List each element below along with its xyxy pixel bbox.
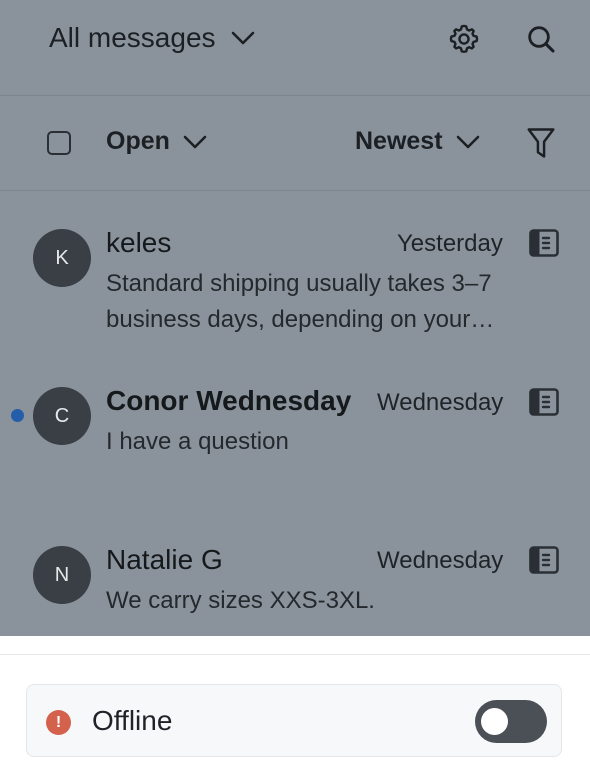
view-selector[interactable]: All messages (49, 22, 256, 54)
inbox-header: All messages (0, 0, 590, 96)
avatar-initial: K (55, 246, 69, 269)
availability-label: Offline (92, 705, 173, 736)
chevron-down-icon (456, 135, 479, 148)
avatar: C (33, 387, 91, 445)
search-button[interactable] (523, 21, 559, 57)
message-preview: We carry sizes XXS-3XL. (106, 587, 375, 614)
settings-button[interactable] (446, 21, 482, 57)
filter-button[interactable] (525, 126, 557, 160)
channel-panel-icon (529, 388, 559, 416)
conversation-item[interactable]: K keles Yesterday Standard shipping usua… (0, 216, 590, 346)
conversation-item[interactable]: C Conor Wednesday Wednesday I have a que… (0, 374, 590, 484)
avatar: K (33, 229, 91, 287)
availability-toggle[interactable] (475, 700, 547, 743)
channel-panel-icon (529, 546, 559, 574)
gear-icon (449, 24, 479, 53)
select-all-checkbox[interactable] (47, 131, 71, 155)
chevron-down-icon (231, 31, 254, 45)
exclamation-icon: ! (46, 710, 71, 735)
contact-name: Conor Wednesday (106, 385, 352, 416)
status-dropdown[interactable]: Open (106, 127, 208, 156)
channel-panel-icon (529, 229, 559, 257)
status-dropdown-label: Open (106, 127, 170, 155)
sort-dropdown[interactable]: Newest (355, 127, 481, 156)
inbox-panel: All messages Open Newest K keles Yesterd… (0, 0, 590, 636)
conversation-time: Yesterday (397, 230, 503, 257)
avatar: N (33, 546, 91, 604)
chevron-down-icon (183, 135, 207, 148)
contact-name: Natalie G (106, 544, 223, 575)
toggle-knob (481, 708, 508, 735)
message-preview: Standard shipping usually takes 3–7 busi… (106, 270, 495, 333)
avatar-initial: N (54, 563, 70, 586)
message-preview: I have a question (106, 428, 289, 455)
conversation-time: Wednesday (377, 389, 504, 416)
view-title: All messages (49, 22, 216, 53)
filter-icon (527, 128, 555, 158)
sort-dropdown-label: Newest (355, 127, 443, 155)
avatar-initial: C (54, 404, 70, 427)
search-icon (528, 26, 555, 53)
contact-name: keles (106, 227, 172, 258)
conversation-item[interactable]: N Natalie G Wednesday We carry sizes XXS… (0, 533, 590, 633)
filter-bar (0, 96, 590, 191)
conversation-time: Wednesday (377, 547, 504, 574)
divider (0, 654, 590, 655)
unread-indicator (11, 409, 24, 422)
